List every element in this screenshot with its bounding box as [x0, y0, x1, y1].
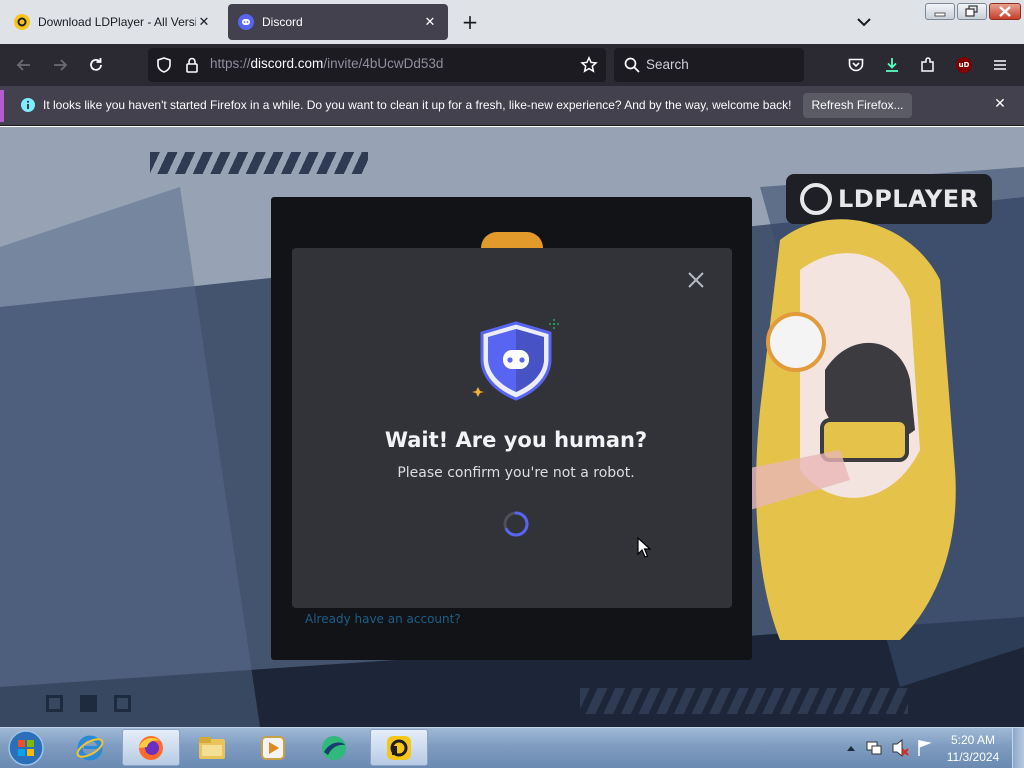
taskbar-bluestacks[interactable]: [305, 729, 363, 766]
bluestacks-icon: [322, 735, 346, 760]
url-text[interactable]: https://discord.com/invite/4bUcwDd53d: [210, 56, 443, 71]
decorative-stripes: [150, 152, 368, 174]
info-icon: [20, 97, 36, 113]
decorative-squares: [46, 695, 136, 713]
back-arrow-icon[interactable]: [13, 54, 35, 76]
ldplayer-logo-text: LDPLAYER: [838, 185, 979, 213]
clock-time[interactable]: 5:20 AM: [935, 733, 1011, 747]
decorative-square: [80, 695, 97, 712]
chevron-down-icon[interactable]: [852, 12, 876, 32]
shield-icon[interactable]: [153, 54, 175, 76]
media-player-icon: [261, 735, 285, 760]
loading-spinner-icon: [503, 511, 529, 537]
tab-title: Download LDPlayer - All Versio: [38, 15, 196, 29]
tab-title: Discord: [262, 15, 303, 29]
reload-icon[interactable]: [85, 54, 107, 76]
close-tab-icon[interactable]: ✕: [422, 14, 438, 30]
minimize-window-button[interactable]: [925, 3, 955, 20]
system-tray: [847, 738, 932, 758]
refresh-firefox-button[interactable]: Refresh Firefox...: [803, 93, 912, 118]
clock-date[interactable]: 11/3/2024: [935, 750, 1011, 764]
restore-window-button[interactable]: [957, 3, 987, 20]
notification-message: It looks like you haven't started Firefo…: [43, 98, 792, 112]
new-tab-icon[interactable]: +: [458, 10, 482, 34]
url-host: discord.com: [250, 56, 324, 71]
modal-subtitle: Please confirm you're not a robot.: [397, 465, 635, 481]
taskbar-firefox[interactable]: [122, 729, 180, 766]
mouse-cursor-icon: [637, 537, 651, 558]
volume-icon: [892, 738, 903, 758]
decorative-square: [46, 695, 63, 712]
lock-icon[interactable]: [181, 54, 203, 76]
discord-shield-icon: [472, 319, 559, 401]
close-notification-icon[interactable]: ✕: [992, 96, 1008, 112]
firefox-icon: [139, 735, 163, 760]
file-explorer-icon: [199, 736, 225, 759]
windows-start-button[interactable]: [6, 729, 46, 767]
url-path: /invite/4bUcwDd53d: [323, 56, 444, 71]
url-prefix: https://: [210, 56, 251, 71]
show-hidden-icons-icon: [847, 746, 855, 751]
close-tab-icon[interactable]: ✕: [196, 14, 212, 30]
bookmark-star-icon[interactable]: [578, 54, 600, 76]
ldplayer-icon: [14, 14, 30, 30]
modal-title: Wait! Are you human?: [384, 428, 648, 452]
hamburger-menu-icon[interactable]: [989, 54, 1011, 76]
anime-character-illustration: [740, 219, 956, 640]
tab-ldplayer[interactable]: Download LDPlayer - All Versio ✕: [4, 0, 222, 44]
search-placeholder: Search: [646, 57, 689, 72]
ublock-origin-icon[interactable]: uD: [953, 54, 975, 76]
taskbar-media-player[interactable]: [244, 729, 302, 766]
extensions-puzzle-icon[interactable]: [917, 54, 939, 76]
ldplayer-icon: [387, 735, 411, 760]
pocket-icon[interactable]: [845, 54, 867, 76]
extension-badge: uD: [958, 61, 970, 69]
close-icon[interactable]: [686, 270, 706, 290]
show-desktop-button[interactable]: [1012, 728, 1024, 768]
decorative-square: [114, 695, 131, 712]
close-window-button[interactable]: [989, 3, 1021, 20]
taskbar-ldplayer[interactable]: [370, 729, 428, 766]
already-have-account-link[interactable]: Already have an account?: [305, 612, 461, 626]
decorative-stripes: [580, 688, 908, 714]
tab-discord[interactable]: Discord ✕: [228, 4, 448, 40]
internet-explorer-icon: [76, 735, 104, 760]
discord-icon: [238, 14, 254, 30]
forward-arrow-icon[interactable]: [49, 54, 71, 76]
search-icon: [621, 54, 643, 76]
taskbar-internet-explorer[interactable]: [61, 729, 119, 766]
action-center-flag-icon: [918, 740, 932, 756]
downloads-icon[interactable]: [881, 54, 903, 76]
server-avatar: [481, 232, 543, 248]
taskbar-file-explorer[interactable]: [183, 729, 241, 766]
